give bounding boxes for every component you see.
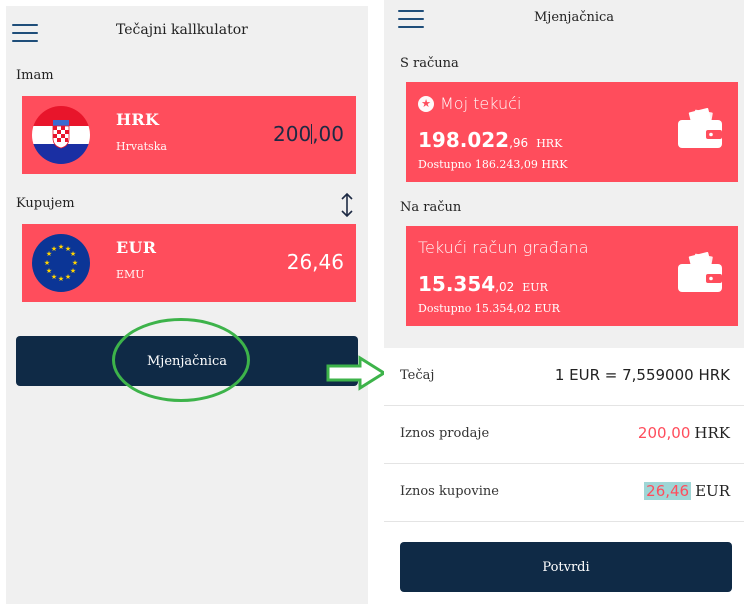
sell-amount-value: 200,00 HRK	[638, 424, 730, 442]
buy-amount: 26,46	[644, 482, 692, 500]
balance-currency: HRK	[536, 137, 563, 150]
calculator-header: Tečajni kallkulator	[6, 6, 368, 52]
from-currency-country: Hrvatska	[116, 140, 167, 153]
svg-text:★: ★	[65, 273, 71, 281]
from-currency-card[interactable]: HRK Hrvatska 200,00	[22, 96, 356, 174]
from-account-available: Dostupno 186.243,09 HRK	[418, 158, 568, 171]
highlight-circle-annotation	[112, 318, 250, 402]
to-account-name: Tekući račun građana	[418, 238, 589, 257]
from-account-name: Moj tekući	[440, 94, 522, 113]
from-currency-code: HRK	[116, 110, 160, 129]
from-amount-input[interactable]: 200,00	[273, 122, 344, 146]
exchange-screen: Mjenjačnica S računa ★ Moj tekući 198.022…	[384, 0, 744, 610]
accounts-area: Mjenjačnica S računa ★ Moj tekući 198.022…	[384, 0, 744, 348]
sell-amount: 200,00	[637, 424, 691, 442]
arrow-right-icon	[326, 355, 387, 391]
to-account-label: Na račun	[400, 200, 462, 215]
menu-icon[interactable]	[12, 24, 38, 42]
star-icon: ★	[418, 95, 434, 112]
svg-text:★: ★	[44, 259, 50, 267]
svg-text:★: ★	[46, 267, 52, 275]
balance-int: 15.354	[418, 272, 496, 296]
to-currency-code: EUR	[116, 238, 157, 257]
from-amount-int: 200	[273, 122, 312, 146]
buy-currency: EUR	[695, 482, 730, 500]
calculator-screen: Tečajni kallkulator Imam HRK Hrvatska 20…	[6, 6, 368, 604]
from-account-card[interactable]: ★ Moj tekući 198.022,96 HRK Dostupno 186.2…	[406, 82, 738, 182]
to-account-available: Dostupno 15.354,02 EUR	[418, 302, 560, 315]
svg-text:★: ★	[58, 275, 64, 283]
buy-amount-value: 26,46 EUR	[644, 482, 730, 500]
svg-text:★: ★	[70, 250, 76, 258]
page-title: Tečajni kallkulator	[116, 22, 248, 38]
to-amount: 26,46	[286, 250, 344, 274]
from-account-label: S računa	[400, 56, 459, 71]
from-account-balance: 198.022,96 HRK	[418, 128, 562, 152]
to-account-card[interactable]: Tekući račun građana 15.354,02 EUR Dostup…	[406, 226, 738, 326]
sell-amount-row: Iznos prodaje 200,00 HRK	[384, 406, 744, 464]
rate-label: Tečaj	[400, 368, 435, 383]
to-account-balance: 15.354,02 EUR	[418, 272, 548, 296]
menu-icon[interactable]	[398, 10, 424, 28]
swap-icon[interactable]	[340, 192, 354, 218]
balance-int: 198.022	[418, 128, 510, 152]
balance-dec: ,02	[495, 280, 515, 294]
page-title: Mjenjačnica	[534, 10, 615, 25]
buy-amount-row: Iznos kupovine 26,46 EUR	[384, 464, 744, 522]
to-currency-card[interactable]: ★ ★ ★ ★ ★ ★ ★ ★ ★ ★ ★ ★ EUR EMU 26,46	[22, 224, 356, 302]
eu-flag-icon: ★ ★ ★ ★ ★ ★ ★ ★ ★ ★ ★ ★	[32, 234, 90, 292]
have-label: Imam	[16, 68, 54, 83]
rate-row: Tečaj 1 EUR = 7,559000 HRK	[384, 348, 744, 406]
svg-text:★: ★	[58, 243, 64, 251]
rate-value: 1 EUR = 7,559000 HRK	[554, 366, 730, 384]
wallet-icon	[678, 252, 722, 292]
sell-currency: HRK	[694, 424, 730, 442]
buy-amount-label: Iznos kupovine	[400, 484, 499, 499]
svg-text:★: ★	[51, 245, 57, 253]
svg-text:★: ★	[72, 259, 78, 267]
balance-currency: EUR	[522, 281, 548, 294]
balance-dec: ,96	[509, 136, 529, 150]
to-currency-country: EMU	[116, 268, 145, 281]
from-account-name-row: ★ Moj tekući	[418, 94, 521, 113]
buy-label: Kupujem	[16, 196, 75, 211]
wallet-icon	[678, 108, 722, 148]
sell-amount-label: Iznos prodaje	[400, 426, 490, 441]
confirm-button[interactable]: Potvrdi	[400, 542, 732, 592]
from-amount-dec: ,00	[312, 122, 344, 146]
croatia-flag-icon	[32, 106, 90, 164]
